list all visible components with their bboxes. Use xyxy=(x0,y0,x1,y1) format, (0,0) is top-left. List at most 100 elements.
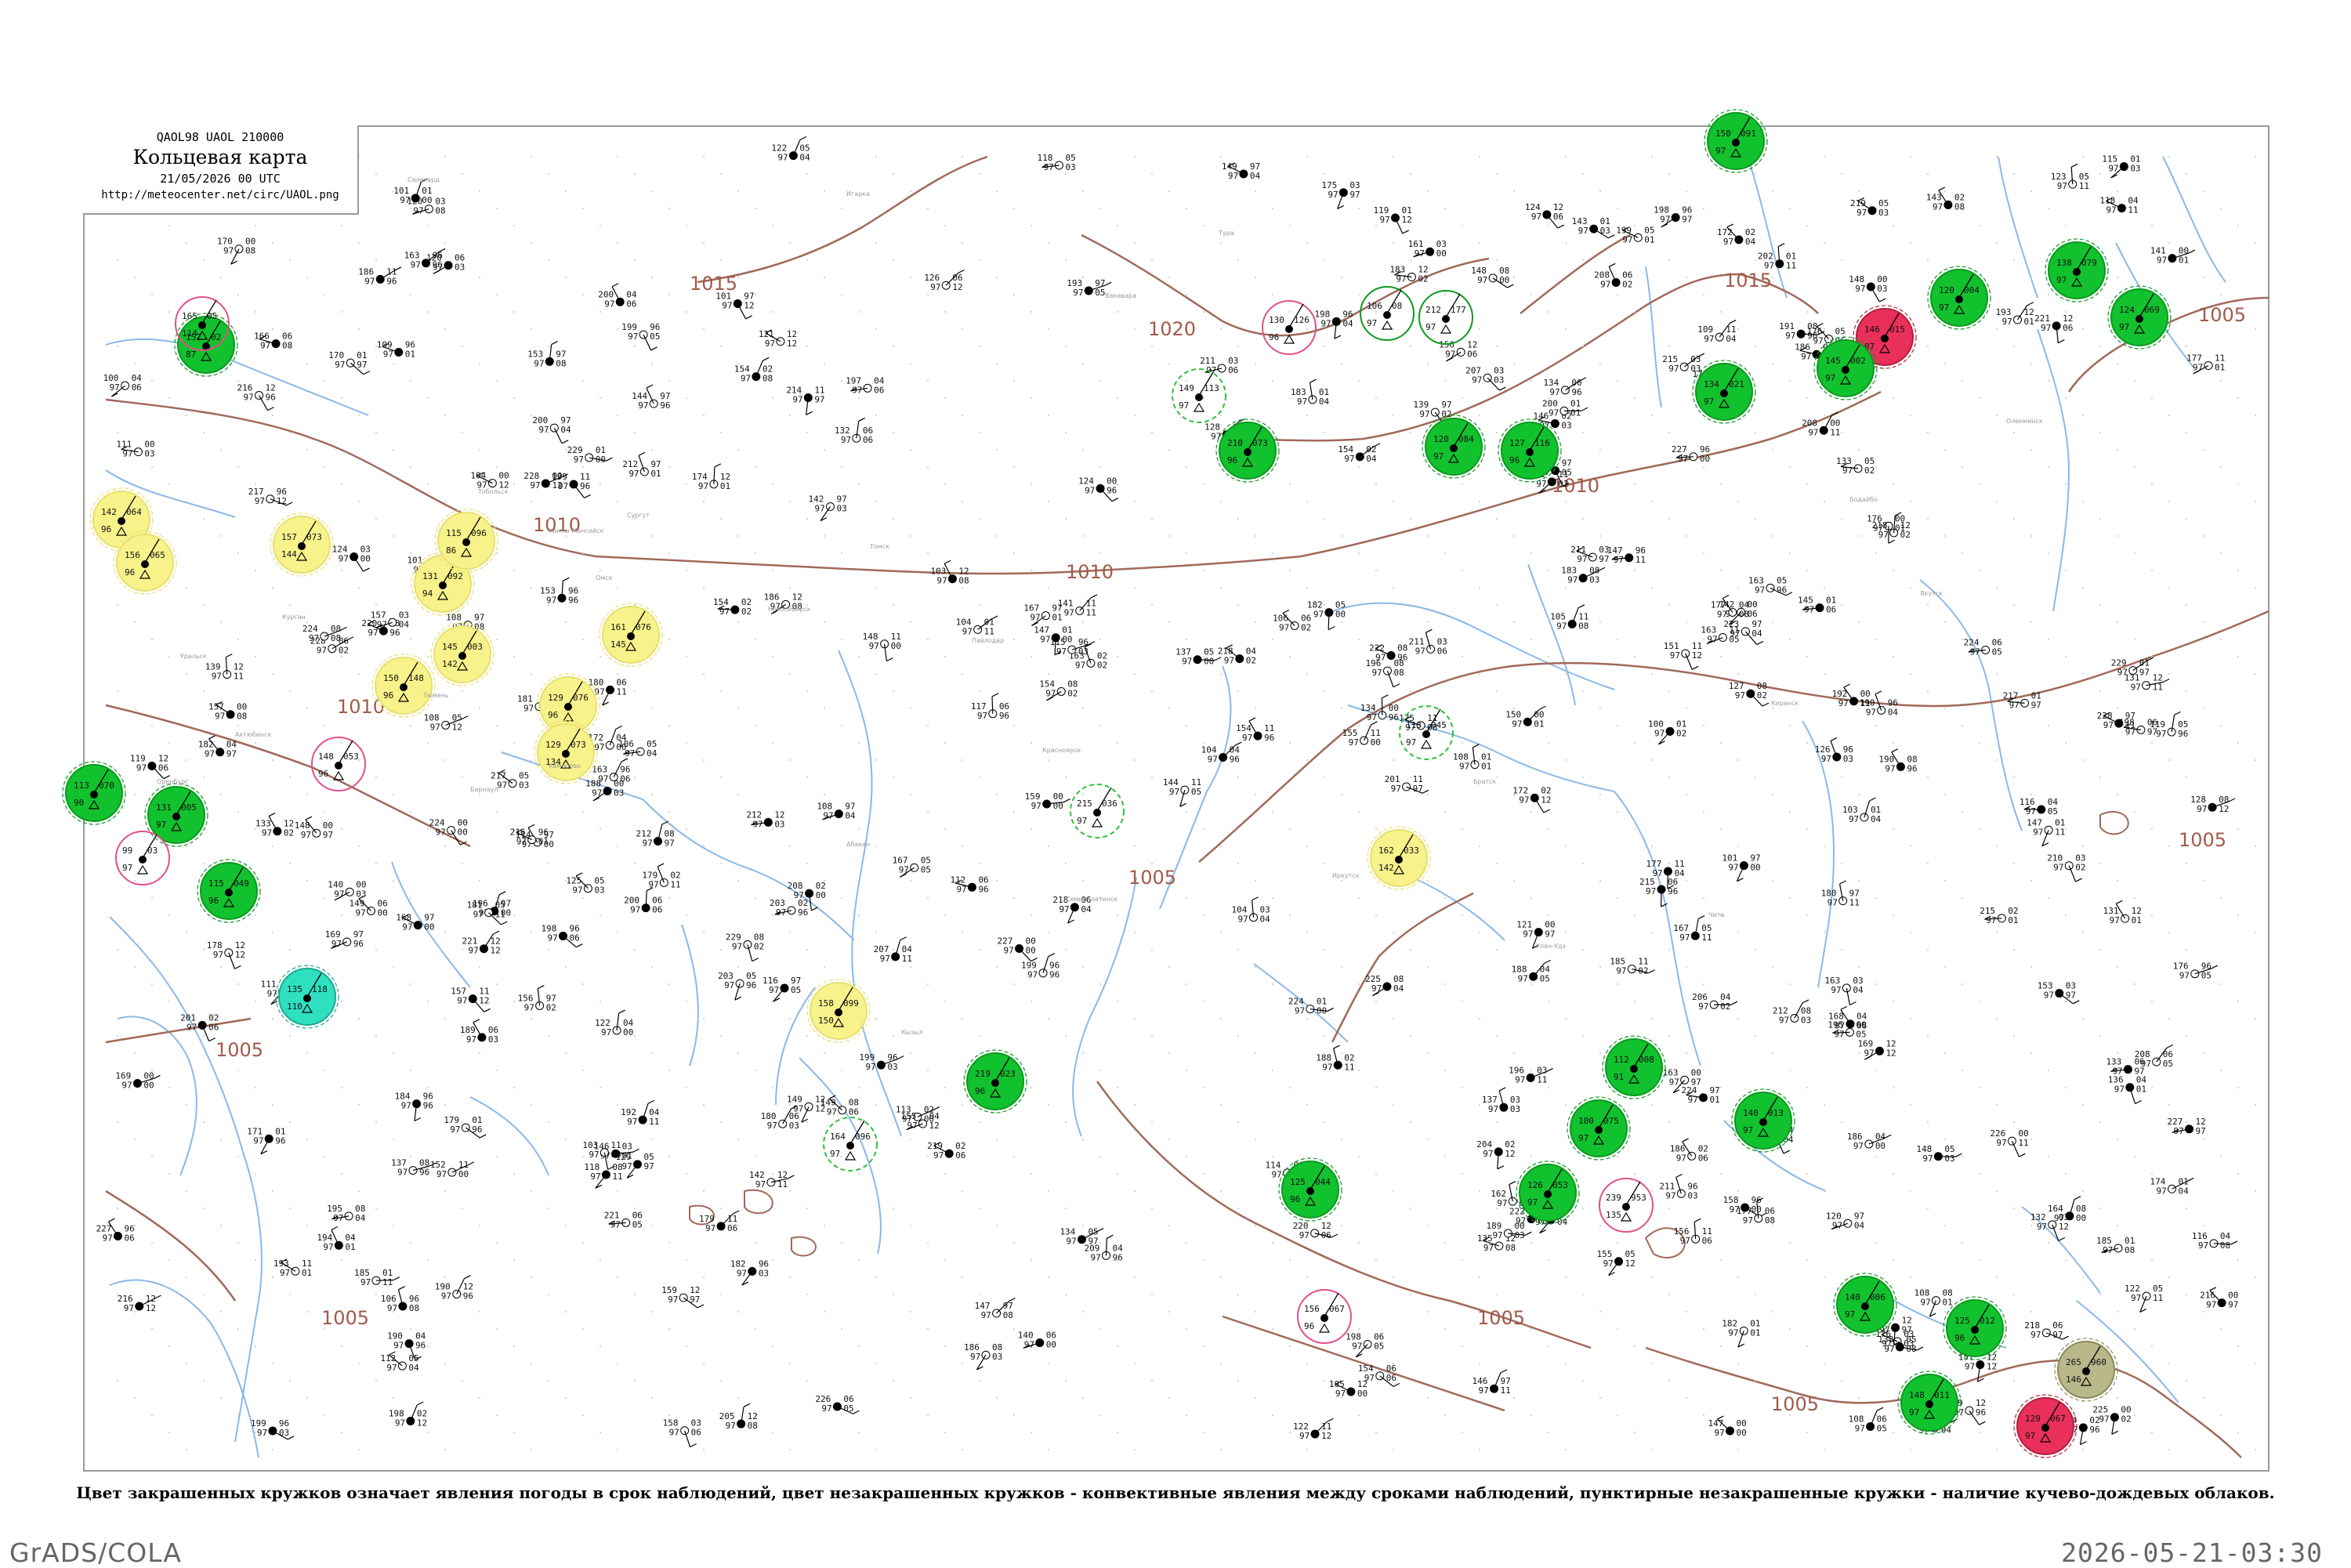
grid-dot xyxy=(1082,621,1084,623)
wind-feather-icon xyxy=(562,440,568,444)
station-circle[interactable]: 13807997 xyxy=(2045,239,2108,302)
grid-dot xyxy=(1944,449,1946,451)
station-dew: 97 xyxy=(669,1428,679,1438)
station-plot: 226069705 xyxy=(815,1394,859,1414)
grid-dot xyxy=(427,1432,429,1433)
rain-dot-icon xyxy=(564,703,572,711)
grid-dot xyxy=(927,208,929,209)
station-tendency: 03 xyxy=(992,1352,1002,1362)
grid-dot xyxy=(2168,673,2170,675)
wind-feather-icon xyxy=(499,892,505,895)
station-circle[interactable]: 21217797 xyxy=(1419,291,1473,344)
station-circle[interactable]: 990397 xyxy=(116,831,169,885)
station-circle[interactable]: 158099150 xyxy=(807,980,870,1042)
station-plot: 212089703 xyxy=(1773,1000,1811,1025)
station-circle[interactable]: 239953135 xyxy=(1599,1179,1653,1232)
grid-dot xyxy=(772,1345,773,1347)
station-circle[interactable]: 11307090 xyxy=(63,762,125,824)
rain-dot-icon xyxy=(298,542,306,550)
station-circle[interactable]: 135118110 xyxy=(276,965,339,1028)
grid-dot xyxy=(1220,1018,1222,1019)
station-tendency: 05 xyxy=(2201,971,2212,981)
grid-dot xyxy=(2030,794,2032,795)
station-circle[interactable]: 13012696 xyxy=(1262,301,1316,354)
station-dew: 97 xyxy=(1027,970,1038,980)
grid-dot xyxy=(806,777,808,778)
station-circle[interactable]: 157073144 xyxy=(270,513,333,576)
station-dew: 97 xyxy=(383,349,393,360)
grid-dot xyxy=(1203,311,1204,313)
station-circle[interactable]: 13402197 xyxy=(1693,360,1755,423)
station-tendency: 04 xyxy=(1674,868,1685,878)
station-dew: 97 xyxy=(430,722,440,732)
station-dew: 97 xyxy=(767,1121,777,1131)
grid-dot xyxy=(117,346,118,347)
station-circle[interactable]: 14911397 xyxy=(1172,369,1226,422)
station-plot: 199969703 xyxy=(251,1418,294,1439)
station-circle[interactable]: 11504996 xyxy=(197,860,260,922)
station-circle[interactable]: 162033142 xyxy=(1367,827,1430,889)
grid-dot xyxy=(134,966,136,968)
station-circle[interactable]: 14805396 xyxy=(312,737,365,791)
station-circle[interactable]: 11200891 xyxy=(1603,1036,1665,1099)
grid-dot xyxy=(617,1276,618,1278)
grid-dot xyxy=(1462,570,1463,571)
grid-dot xyxy=(944,914,946,916)
station-circle[interactable]: 21007396 xyxy=(1216,419,1279,482)
station-tendency: 06 xyxy=(1386,1373,1396,1383)
station-circle[interactable]: 1060897 xyxy=(1360,287,1414,340)
grid-dot xyxy=(1944,190,1946,192)
station-circle[interactable]: 12406997 xyxy=(2108,286,2171,349)
grid-dot xyxy=(2186,432,2187,433)
station-tendency: 03 xyxy=(356,889,366,899)
station-tendency: 02 xyxy=(1301,622,1311,632)
grid-dot xyxy=(186,673,187,675)
station-circle[interactable]: 14500297 xyxy=(1814,337,1877,400)
station-circle[interactable]: 12504496 xyxy=(1279,1158,1342,1221)
station-plot: 167059705 xyxy=(893,855,931,877)
grid-dot xyxy=(1237,1294,1239,1295)
grid-dot xyxy=(341,1259,342,1261)
grid-dot xyxy=(444,415,446,416)
station-circle[interactable]: 13100597 xyxy=(145,784,208,846)
station-circle[interactable]: 161076145 xyxy=(600,603,662,666)
station-dew: 144 xyxy=(281,549,297,559)
station-circle[interactable]: 265960146 xyxy=(2055,1338,2117,1401)
station-tendency: 04 xyxy=(1319,397,1330,407)
station-circle[interactable]: 145003142 xyxy=(431,623,494,686)
station-circle[interactable]: 12008497 xyxy=(1422,415,1485,478)
grid-dot xyxy=(1668,949,1670,951)
station-circle[interactable]: 15606796 xyxy=(1298,1290,1351,1343)
grid-dot xyxy=(1048,242,1049,244)
grid-dot xyxy=(1462,742,1463,744)
grid-dot xyxy=(1668,1035,1670,1037)
grid-dot xyxy=(462,1035,463,1037)
station-circle[interactable]: 10007597 xyxy=(1567,1097,1630,1160)
grid-dot xyxy=(2237,1259,2239,1261)
station-circle[interactable]: 15009197 xyxy=(1704,110,1767,172)
station-tendency: 96 xyxy=(746,980,756,990)
grid-dot xyxy=(1393,759,1394,761)
station-dew: 97 xyxy=(604,299,614,309)
station-circle[interactable]: 21503697 xyxy=(1070,784,1124,838)
station-tendency: 06 xyxy=(1553,212,1563,222)
station-circle[interactable]: 21902396 xyxy=(964,1050,1027,1113)
station-tendency: 00 xyxy=(377,907,387,918)
station-temp: 157 xyxy=(281,532,297,542)
grid-dot xyxy=(1393,501,1394,502)
station-circle[interactable]: 12501296 xyxy=(1943,1297,2006,1360)
station-plot: 185019711 xyxy=(354,1268,400,1287)
grid-dot xyxy=(1789,294,1791,295)
station-circle[interactable]: 129073134 xyxy=(534,721,597,784)
grid-dot xyxy=(703,156,705,158)
station-circle[interactable]: 12000497 xyxy=(1928,266,1991,329)
grid-dot xyxy=(1462,828,1463,830)
station-tendency: 00 xyxy=(1436,248,1447,259)
station-dew: 97 xyxy=(1472,375,1482,385)
station-circle[interactable]: 12906797 xyxy=(2014,1395,2077,1458)
station-circle[interactable]: 12605397 xyxy=(1516,1161,1579,1224)
grid-dot xyxy=(910,1139,911,1140)
station-tendency: 05 xyxy=(650,331,660,342)
map-url[interactable]: http://meteocenter.net/circ/UAOL.png xyxy=(83,189,357,201)
station-circle[interactable]: 15606596 xyxy=(114,531,176,594)
